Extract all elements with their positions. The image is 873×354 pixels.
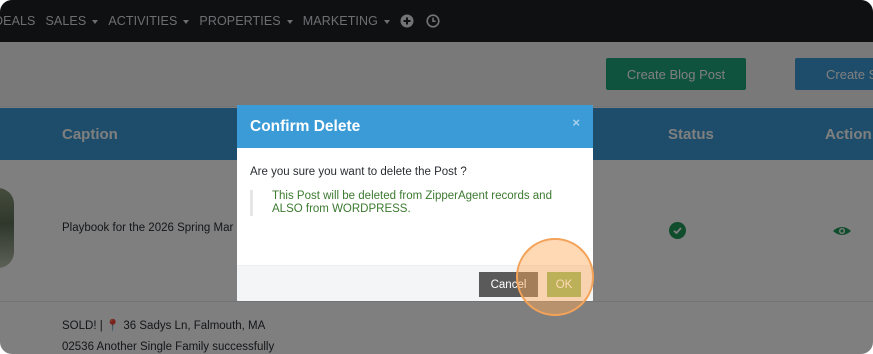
delete-warning: This Post will be deleted from ZipperAge…	[250, 190, 580, 216]
dialog-title: Confirm Delete	[250, 117, 361, 135]
dialog-header: Confirm Delete ×	[237, 105, 593, 148]
confirm-question: Are you sure you want to delete the Post…	[250, 166, 467, 178]
app-frame: DEALS SALES ACTIVITIES PROPERTIES MARKET…	[0, 0, 873, 354]
close-icon[interactable]: ×	[572, 115, 580, 130]
click-highlight	[516, 238, 594, 316]
